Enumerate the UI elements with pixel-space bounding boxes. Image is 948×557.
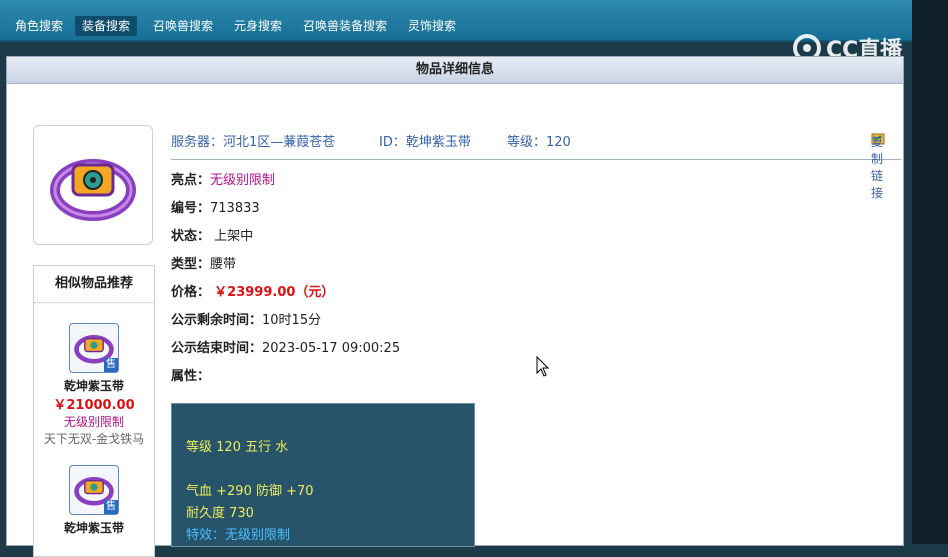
- similar-item-tag: 无级别限制: [63, 415, 124, 429]
- remain-time-label: 公示剩余时间：: [171, 313, 263, 328]
- attr-durability: 耐久度 730: [186, 506, 254, 521]
- level-text: 等级：120: [507, 135, 571, 150]
- copy-link-label[interactable]: 复制链接: [871, 133, 889, 201]
- highlight-label: 亮点：: [171, 173, 211, 188]
- similar-item[interactable]: 售 乾坤紫玉带: [34, 465, 154, 536]
- similar-item-image[interactable]: 售: [69, 323, 119, 373]
- similar-item-server: 天下无双-金戈铁马: [43, 432, 145, 446]
- similar-item-price: ￥21000.00: [53, 398, 135, 413]
- type-row: 类型：腰带: [171, 255, 400, 283]
- copy-link-button[interactable]: 复制链接: [871, 131, 889, 200]
- attr-special-effect: 特效：无级别限制: [186, 528, 291, 543]
- number-label: 编号：: [171, 201, 211, 216]
- tab-ornament-search[interactable]: 灵饰搜索: [401, 16, 463, 36]
- attribute-row: 属性：: [171, 367, 400, 395]
- sale-badge: 售: [104, 358, 118, 372]
- price-value: ￥23999.00（元）: [214, 285, 335, 300]
- similar-item-image[interactable]: 售: [69, 465, 119, 515]
- item-id-text: ID：乾坤紫玉带: [379, 135, 471, 150]
- highlight-value: 无级别限制: [210, 173, 276, 188]
- end-time-value: 2023-05-17 09:00:25: [262, 341, 401, 356]
- attr-level-element: 等级 120 五行 水: [186, 440, 289, 455]
- attribute-box: 等级 120 五行 水 气血 +290 防御 +70 耐久度 730 特效：无级…: [171, 403, 475, 547]
- item-summary-header: 服务器：河北1区—蒹葭苍苍 ID：乾坤紫玉带 等级：120 复制链接: [171, 129, 901, 200]
- similar-title: 相似物品推荐: [34, 266, 154, 303]
- side-edge: [912, 0, 948, 544]
- mouse-cursor-icon: [536, 356, 550, 377]
- tab-role-search[interactable]: 角色搜索: [8, 16, 70, 36]
- tab-summon-search[interactable]: 召唤兽搜索: [146, 16, 220, 36]
- type-label: 类型：: [171, 257, 211, 272]
- similar-item-name[interactable]: 乾坤紫玉带: [34, 519, 154, 536]
- remain-time-row: 公示剩余时间：10时15分: [171, 311, 400, 339]
- panel-title: 物品详细信息: [7, 57, 903, 84]
- end-time-label: 公示结束时间：: [171, 341, 263, 356]
- highlight-row: 亮点：无级别限制: [171, 171, 400, 199]
- status-label: 状态：: [171, 229, 211, 244]
- status-row: 状态： 上架中: [171, 227, 400, 255]
- similar-items-box: 相似物品推荐 售 乾坤紫玉带 ￥21000.00 无级别限制 天下无双-金戈铁马: [33, 265, 155, 557]
- status-value: 上架中: [214, 229, 254, 244]
- item-detail-panel: 物品详细信息 相似物品推荐 售 乾坤紫玉带 ￥21000.00 无级别限制 天下…: [6, 56, 904, 557]
- similar-item-name[interactable]: 乾坤紫玉带: [34, 377, 154, 394]
- tab-equipment-search[interactable]: 装备搜索: [75, 16, 138, 36]
- tab-summon-equipment-search[interactable]: 召唤兽装备搜索: [296, 16, 394, 36]
- belt-ring-icon: [50, 159, 136, 221]
- server-text: 服务器：河北1区—蒹葭苍苍: [171, 135, 336, 150]
- type-value: 腰带: [210, 257, 237, 272]
- price-label: 价格：: [171, 285, 211, 300]
- price-row: 价格： ￥23999.00（元）: [171, 283, 400, 311]
- sale-badge: 售: [104, 500, 118, 514]
- attr-hp-defense: 气血 +290 防御 +70: [186, 484, 314, 499]
- remain-time-value: 10时15分: [262, 313, 322, 328]
- similar-item[interactable]: 售 乾坤紫玉带 ￥21000.00 无级别限制 天下无双-金戈铁马: [34, 323, 154, 447]
- number-row: 编号：713833: [171, 199, 400, 227]
- item-image: [33, 125, 153, 245]
- end-time-row: 公示结束时间：2023-05-17 09:00:25: [171, 339, 400, 367]
- attribute-label: 属性：: [171, 369, 211, 384]
- number-value: 713833: [210, 201, 260, 216]
- tab-body-search[interactable]: 元身搜索: [227, 16, 289, 36]
- item-detail-rows: 亮点：无级别限制 编号：713833 状态： 上架中 类型：腰带 价格： ￥23…: [171, 171, 400, 395]
- top-nav: 角色搜索 装备搜索 召唤兽搜索 元身搜索 召唤兽装备搜索 灵饰搜索: [0, 0, 912, 42]
